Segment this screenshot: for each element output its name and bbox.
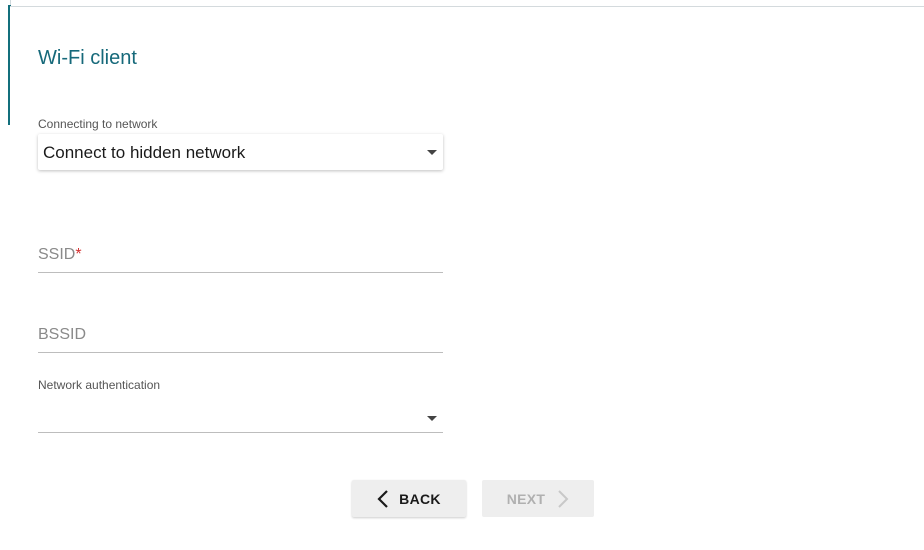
auth-label: Network authentication [38,378,161,392]
next-button-label: NEXT [506,490,546,507]
page-title: Wi-Fi client [38,47,137,69]
bssid-field[interactable]: BSSID [38,316,443,353]
ssid-placeholder: SSID* [38,246,82,264]
back-button[interactable]: BACK [352,480,466,517]
back-button-label: BACK [399,490,441,507]
ssid-field[interactable]: SSID* [38,236,443,273]
ssid-placeholder-text: SSID [38,246,76,263]
wizard-panel: Wi-Fi client Connecting to network Conne… [10,6,924,550]
chevron-right-icon [557,489,569,509]
chevron-down-icon [427,150,437,155]
bssid-placeholder: BSSID [38,326,87,343]
connecting-select-value: Connect to hidden network [43,143,246,162]
chevron-down-icon [427,416,437,421]
required-marker: * [75,246,82,263]
chevron-left-icon [377,489,389,509]
auth-select[interactable] [38,396,443,433]
next-button[interactable]: NEXT [482,480,594,517]
connecting-select[interactable]: Connect to hidden network [38,134,443,170]
connecting-label: Connecting to network [38,117,158,131]
